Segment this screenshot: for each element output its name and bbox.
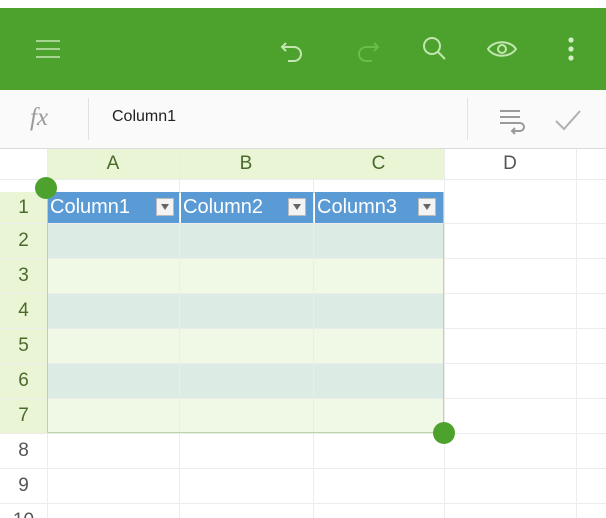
header-cell-text: Column1 bbox=[50, 196, 131, 218]
menu-button[interactable] bbox=[28, 8, 68, 90]
dropdown-arrow-icon bbox=[293, 204, 301, 210]
table-header-cell-a[interactable]: Column1 bbox=[48, 192, 179, 223]
table-header-cell-c[interactable]: Column3 bbox=[315, 192, 443, 223]
column-header-c[interactable]: C bbox=[313, 149, 444, 179]
redo-icon bbox=[358, 42, 380, 62]
column-header-b[interactable]: B bbox=[179, 149, 313, 179]
filter-dropdown-button[interactable] bbox=[288, 198, 306, 216]
gridline bbox=[0, 503, 606, 504]
confirm-button[interactable] bbox=[553, 105, 583, 140]
header-cell-text: Column3 bbox=[317, 196, 398, 218]
eye-icon bbox=[486, 41, 518, 57]
row-header-3[interactable]: 3 bbox=[0, 258, 47, 293]
search-icon bbox=[423, 37, 446, 60]
row-header-5[interactable]: 5 bbox=[0, 328, 47, 363]
undo-icon bbox=[280, 42, 302, 62]
row-header-6[interactable]: 6 bbox=[0, 363, 47, 398]
view-button[interactable] bbox=[480, 8, 524, 90]
selection-handle-end[interactable] bbox=[433, 422, 455, 444]
table-border bbox=[47, 192, 444, 433]
dropdown-arrow-icon bbox=[161, 204, 169, 210]
row-header-10[interactable]: 10 bbox=[0, 503, 47, 518]
divider bbox=[88, 98, 89, 140]
redo-button[interactable] bbox=[348, 8, 388, 90]
gridline bbox=[0, 468, 606, 469]
spreadsheet-grid[interactable]: A B C D 1 2 3 4 5 6 7 8 9 10 Column1 Col… bbox=[0, 149, 606, 518]
undo-button[interactable] bbox=[272, 8, 312, 90]
header-cell-text: Column2 bbox=[183, 196, 264, 218]
gridline bbox=[576, 149, 577, 518]
gridline bbox=[444, 149, 445, 518]
wrap-text-icon bbox=[500, 110, 525, 135]
row-header-7[interactable]: 7 bbox=[0, 398, 47, 433]
more-vertical-icon bbox=[568, 37, 574, 61]
checkmark-icon bbox=[555, 110, 581, 131]
selection-handle-start[interactable] bbox=[35, 177, 57, 199]
filter-dropdown-button[interactable] bbox=[418, 198, 436, 216]
formula-input[interactable]: Column1 bbox=[112, 108, 176, 126]
row-header-8[interactable]: 8 bbox=[0, 433, 47, 468]
row-header-9[interactable]: 9 bbox=[0, 468, 47, 503]
top-toolbar bbox=[0, 8, 606, 90]
gridline bbox=[0, 433, 606, 434]
table-header-cell-b[interactable]: Column2 bbox=[181, 192, 313, 223]
gridline bbox=[0, 179, 606, 180]
dropdown-arrow-icon bbox=[423, 204, 431, 210]
divider bbox=[467, 98, 468, 140]
row-header-4[interactable]: 4 bbox=[0, 293, 47, 328]
menu-icon bbox=[36, 40, 60, 58]
formula-bar: fx Column1 bbox=[0, 90, 606, 149]
search-button[interactable] bbox=[414, 8, 454, 90]
wrap-text-button[interactable] bbox=[496, 105, 526, 140]
column-header-a[interactable]: A bbox=[47, 149, 179, 179]
fx-label: fx bbox=[30, 104, 49, 131]
row-header-2[interactable]: 2 bbox=[0, 223, 47, 258]
more-button[interactable] bbox=[556, 8, 586, 90]
column-header-d[interactable]: D bbox=[444, 149, 576, 179]
filter-dropdown-button[interactable] bbox=[156, 198, 174, 216]
